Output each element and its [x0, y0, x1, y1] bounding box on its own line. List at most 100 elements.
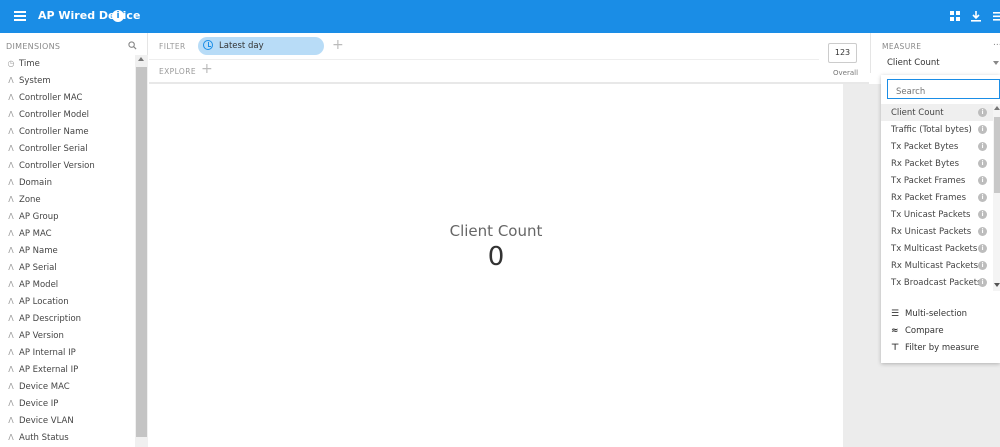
add-explore-plus-icon[interactable]: +: [201, 61, 213, 77]
hamburger-menu-icon[interactable]: [14, 11, 26, 21]
dimension-item[interactable]: Λ AP Description: [0, 310, 135, 327]
measure-option-label: Traffic (Total bytes): [891, 124, 972, 135]
string-dimension-icon: Λ: [8, 263, 14, 272]
string-dimension-icon: Λ: [8, 348, 14, 357]
info-icon[interactable]: i: [978, 159, 987, 168]
dimension-item[interactable]: ◷ Time: [0, 55, 135, 72]
dimension-item[interactable]: Λ Controller Version: [0, 157, 135, 174]
string-dimension-icon: Λ: [8, 127, 14, 136]
info-icon[interactable]: i: [978, 210, 987, 219]
multi-selection-icon: ☰: [891, 308, 900, 319]
measure-option-label: Tx Unicast Packets: [891, 209, 971, 220]
measure-value: 0: [487, 242, 505, 272]
dimension-item[interactable]: Λ Device IP: [0, 395, 135, 412]
dimensions-scroll-thumb[interactable]: [136, 67, 147, 437]
measure-options-list: Client Count i Traffic (Total bytes) i Tx Pa…: [881, 104, 993, 291]
dimension-label: AP Location: [19, 296, 69, 307]
measure-option[interactable]: Rx Multicast Packets i: [881, 257, 993, 274]
string-dimension-icon: Λ: [8, 297, 14, 306]
measure-option-label: Tx Broadcast Packets: [891, 277, 982, 288]
explore-bar: EXPLORE +: [149, 60, 819, 82]
filter-by-measure-action[interactable]: ⊤ Filter by measure: [881, 339, 1000, 356]
dimension-item[interactable]: Λ AP Version: [0, 327, 135, 344]
more-menu-icon[interactable]: [991, 9, 1000, 23]
dimensions-list: ◷ Time Λ System Λ Controller MAC Λ Controller M…: [0, 55, 135, 446]
info-icon[interactable]: i: [978, 261, 987, 270]
dimension-item[interactable]: Λ AP Internal IP: [0, 344, 135, 361]
dimension-label: Controller Name: [19, 126, 89, 137]
dimension-item[interactable]: Λ Domain: [0, 174, 135, 191]
chevron-down-icon[interactable]: [993, 61, 999, 65]
measure-title: Client Count: [449, 222, 543, 240]
string-dimension-icon: Λ: [8, 331, 14, 340]
measure-panel: MEASURE ... Client Count: [870, 33, 1000, 73]
dimension-label: Device MAC: [19, 381, 70, 392]
dimension-item[interactable]: Λ AP Group: [0, 208, 135, 225]
dimension-label: Controller MAC: [19, 92, 83, 103]
measure-option[interactable]: Rx Packet Bytes i: [881, 155, 993, 172]
dimension-item[interactable]: Λ AP Model: [0, 276, 135, 293]
scroll-down-arrow-icon[interactable]: [994, 283, 1000, 287]
add-filter-plus-icon[interactable]: +: [332, 37, 344, 53]
measure-option[interactable]: Client Count i: [881, 104, 993, 121]
measure-option[interactable]: Tx Packet Bytes i: [881, 138, 993, 155]
scroll-up-arrow-icon[interactable]: [138, 57, 144, 61]
page-title: AP Wired Device: [38, 9, 141, 22]
dimension-label: Zone: [19, 194, 41, 205]
dimension-item[interactable]: Λ AP External IP: [0, 361, 135, 378]
top-bar: AP Wired Device i: [0, 0, 1000, 33]
measure-option[interactable]: Rx Unicast Packets i: [881, 223, 993, 240]
measure-option[interactable]: Tx Multicast Packets i: [881, 240, 993, 257]
dimension-item[interactable]: Λ Zone: [0, 191, 135, 208]
info-icon[interactable]: i: [978, 244, 987, 253]
info-icon[interactable]: i: [112, 10, 124, 22]
overall-toggle[interactable]: 123 Overall: [819, 33, 869, 82]
dimension-item[interactable]: Λ Controller Model: [0, 106, 135, 123]
measure-option[interactable]: Tx Unicast Packets i: [881, 206, 993, 223]
compare-action[interactable]: ≈ Compare: [881, 322, 1000, 339]
dimension-label: Time: [19, 58, 40, 69]
dimension-item[interactable]: Λ Device MAC: [0, 378, 135, 395]
info-icon[interactable]: i: [978, 193, 987, 202]
dimension-item[interactable]: Λ Device VLAN: [0, 412, 135, 429]
info-icon[interactable]: i: [978, 108, 987, 117]
dimension-item[interactable]: Λ Controller Name: [0, 123, 135, 140]
info-icon[interactable]: i: [978, 142, 987, 151]
string-dimension-icon: Λ: [8, 433, 14, 442]
filter-label: FILTER: [159, 42, 186, 51]
scroll-up-arrow-icon[interactable]: [994, 106, 1000, 110]
measure-option[interactable]: Tx Broadcast Packets i: [881, 274, 993, 291]
dimension-item[interactable]: Λ Auth Status: [0, 429, 135, 446]
dimension-item[interactable]: Λ AP Location: [0, 293, 135, 310]
grid-view-icon[interactable]: [948, 9, 962, 23]
measure-option[interactable]: Traffic (Total bytes) i: [881, 121, 993, 138]
time-filter-chip[interactable]: Latest day: [198, 37, 324, 55]
info-icon[interactable]: i: [978, 278, 987, 287]
string-dimension-icon: Λ: [8, 399, 14, 408]
dimension-item[interactable]: Λ AP Name: [0, 242, 135, 259]
dimension-item[interactable]: Λ System: [0, 72, 135, 89]
info-icon[interactable]: i: [978, 125, 987, 134]
info-icon[interactable]: i: [978, 227, 987, 236]
dimension-item[interactable]: Λ Controller MAC: [0, 89, 135, 106]
measure-select-value[interactable]: Client Count: [887, 58, 940, 68]
info-icon[interactable]: i: [978, 176, 987, 185]
overall-number-icon[interactable]: 123: [828, 43, 857, 63]
dimension-item[interactable]: Λ Controller Serial: [0, 140, 135, 157]
search-icon[interactable]: [128, 41, 137, 50]
explore-label: EXPLORE: [159, 67, 196, 76]
dimension-label: Device VLAN: [19, 415, 74, 426]
measure-option-label: Tx Multicast Packets: [891, 243, 978, 254]
measure-actions: ☰ Multi-selection ≈ Compare ⊤ Filter by measu…: [881, 305, 1000, 356]
measure-search-input[interactable]: [887, 79, 1000, 99]
download-icon[interactable]: [969, 9, 983, 23]
measure-option[interactable]: Tx Packet Frames i: [881, 172, 993, 189]
dimension-label: Controller Serial: [19, 143, 88, 154]
string-dimension-icon: Λ: [8, 229, 14, 238]
measure-option[interactable]: Rx Packet Frames i: [881, 189, 993, 206]
dimension-item[interactable]: Λ AP MAC: [0, 225, 135, 242]
dimension-item[interactable]: Λ AP Serial: [0, 259, 135, 276]
multi-selection-action[interactable]: ☰ Multi-selection: [881, 305, 1000, 322]
measure-more-icon[interactable]: ...: [993, 38, 1000, 48]
measure-scroll-thumb[interactable]: [994, 117, 1000, 193]
